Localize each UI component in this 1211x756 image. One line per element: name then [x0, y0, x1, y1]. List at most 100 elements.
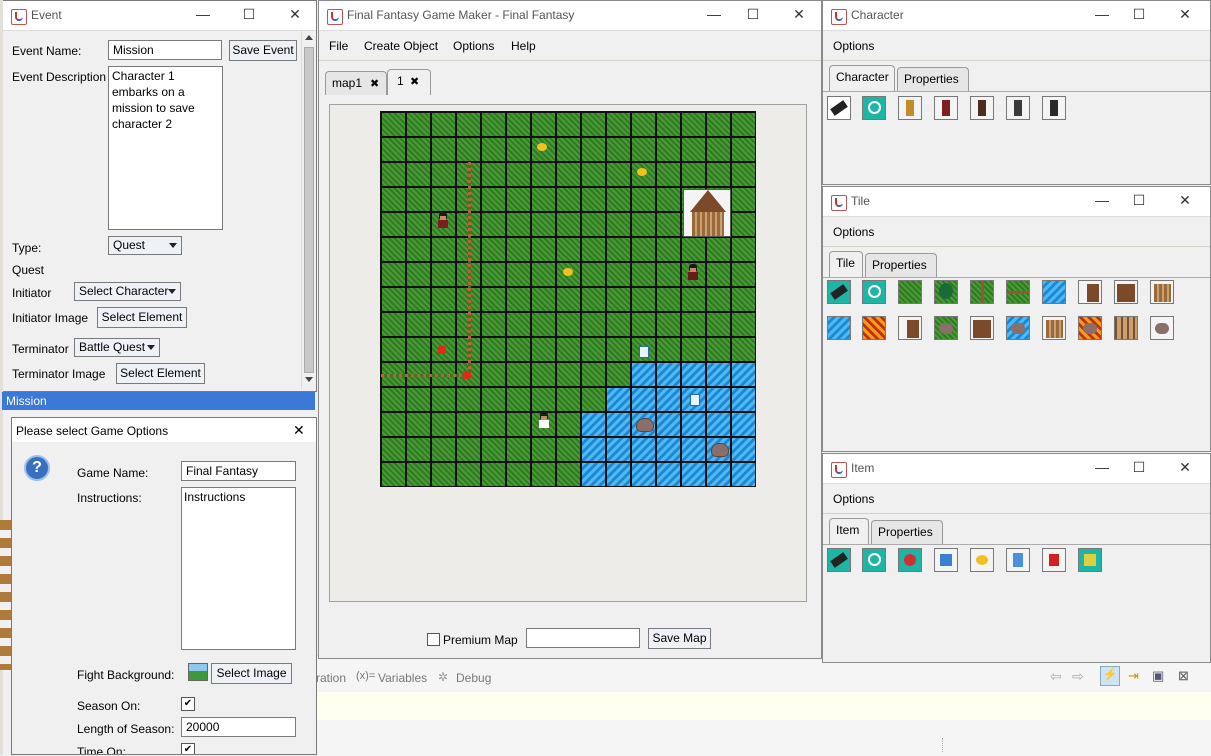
grass-tile[interactable] [556, 112, 581, 137]
window-close-icon[interactable]: ⊠ [1178, 668, 1189, 684]
grass-tile[interactable] [431, 287, 456, 312]
grass-tile[interactable] [381, 262, 406, 287]
grass-tile[interactable] [481, 237, 506, 262]
back-arrow-icon[interactable]: ⇦ [1050, 668, 1062, 685]
close-icon[interactable]: ✕ [1175, 459, 1195, 476]
magnifier-icon[interactable] [862, 280, 886, 304]
grass-tile[interactable] [556, 237, 581, 262]
grass-tile[interactable] [731, 137, 755, 162]
close-icon[interactable]: ✕ [285, 6, 305, 23]
grass-tile[interactable] [456, 437, 481, 462]
tab-1[interactable]: 1 ✖ [387, 69, 431, 95]
tab-map1[interactable]: map1 ✖ [325, 71, 387, 95]
grass-tile[interactable] [606, 262, 631, 287]
water-tile[interactable] [631, 362, 656, 387]
ide-tab-debug[interactable]: Debug [456, 671, 491, 685]
grass-tile[interactable] [481, 112, 506, 137]
house-tile-icon[interactable] [970, 316, 994, 340]
grass-tile[interactable] [606, 237, 631, 262]
time-on-checkbox[interactable]: ✔ [181, 743, 195, 754]
grass-tile[interactable] [481, 187, 506, 212]
grass-tile[interactable] [506, 387, 531, 412]
event-description-textarea[interactable]: Character 1 embarks on a mission to save… [108, 66, 223, 230]
grass-tile[interactable] [506, 187, 531, 212]
grass-tile[interactable] [431, 162, 456, 187]
season-on-checkbox[interactable]: ✔ [181, 697, 195, 711]
eraser-icon[interactable] [827, 548, 851, 572]
save-map-button[interactable]: Save Map [648, 628, 711, 649]
grass-tile[interactable] [531, 237, 556, 262]
grass-tile[interactable] [581, 137, 606, 162]
magnifier-icon[interactable] [862, 548, 886, 572]
grass-tile[interactable] [431, 237, 456, 262]
grass-tile[interactable] [531, 437, 556, 462]
tab-item-properties[interactable]: Properties [871, 520, 943, 544]
grass-tile[interactable] [481, 337, 506, 362]
water-rock-tile-icon[interactable] [1006, 316, 1030, 340]
grass-tile[interactable] [556, 312, 581, 337]
tab-tile-properties[interactable]: Properties [865, 253, 937, 277]
grass-tile[interactable] [506, 212, 531, 237]
grass-tile[interactable] [506, 362, 531, 387]
premium-map-checkbox[interactable] [427, 633, 440, 646]
ide-splitter-handle[interactable] [942, 738, 947, 752]
grass-tile[interactable] [681, 287, 706, 312]
grass-tile[interactable] [631, 262, 656, 287]
grass-tile[interactable] [481, 162, 506, 187]
grass-tile[interactable] [581, 387, 606, 412]
grass-tile[interactable] [631, 287, 656, 312]
grass-tile[interactable] [606, 162, 631, 187]
grass-tile[interactable] [731, 237, 755, 262]
grass-tile[interactable] [456, 462, 481, 486]
item-sprite-icon[interactable] [1006, 548, 1030, 572]
grass-tile[interactable] [581, 312, 606, 337]
initiator-select-element-button[interactable]: Select Element [97, 307, 187, 328]
grass-tile[interactable] [431, 312, 456, 337]
water-tile[interactable] [606, 387, 631, 412]
save-event-button[interactable]: Save Event [229, 40, 297, 61]
grass-tile[interactable] [531, 337, 556, 362]
grass-tile[interactable] [481, 212, 506, 237]
grass-tile[interactable] [481, 387, 506, 412]
select-image-button[interactable]: Select Image [211, 663, 292, 684]
grass-tile[interactable] [506, 112, 531, 137]
game-name-input[interactable]: Final Fantasy [181, 461, 296, 481]
grass-tile[interactable] [706, 237, 731, 262]
house-tile-icon[interactable] [1042, 316, 1066, 340]
grass-tile[interactable] [556, 412, 581, 437]
grass-tile[interactable] [456, 137, 481, 162]
house-tile-icon[interactable] [1114, 280, 1138, 304]
grass-tile[interactable] [531, 387, 556, 412]
scroll-up-icon[interactable] [305, 35, 313, 40]
grass-tile[interactable] [606, 312, 631, 337]
grass-tile[interactable] [381, 387, 406, 412]
item-options-menu[interactable]: Options [833, 492, 874, 506]
water-tile[interactable] [606, 412, 631, 437]
grass-tile[interactable] [556, 462, 581, 486]
grass-tile[interactable] [381, 312, 406, 337]
export-icon[interactable]: ⇥ [1128, 668, 1139, 684]
window-icon[interactable]: ▣ [1152, 668, 1164, 684]
rock-tile-icon[interactable] [1150, 316, 1174, 340]
house-tile-icon[interactable] [898, 316, 922, 340]
grass-tile[interactable] [681, 137, 706, 162]
grass-tile[interactable] [731, 187, 755, 212]
path-tile-icon[interactable] [970, 280, 994, 304]
menu-options[interactable]: Options [453, 39, 494, 53]
grass-tile[interactable] [581, 287, 606, 312]
path-tile-icon[interactable] [1006, 280, 1030, 304]
grass-tile[interactable] [656, 187, 681, 212]
grass-tile[interactable] [381, 412, 406, 437]
water-tile[interactable] [656, 387, 681, 412]
grass-tile[interactable] [556, 437, 581, 462]
grass-tile[interactable] [656, 162, 681, 187]
item-sprite-icon[interactable] [1042, 548, 1066, 572]
grass-tile[interactable] [381, 287, 406, 312]
water-tile[interactable] [656, 437, 681, 462]
grass-tile[interactable] [681, 112, 706, 137]
grass-tile[interactable] [731, 312, 755, 337]
scroll-thumb[interactable] [304, 47, 314, 373]
character-sprite-icon[interactable] [970, 96, 994, 120]
grass-tile[interactable] [506, 137, 531, 162]
grass-tile[interactable] [531, 262, 556, 287]
